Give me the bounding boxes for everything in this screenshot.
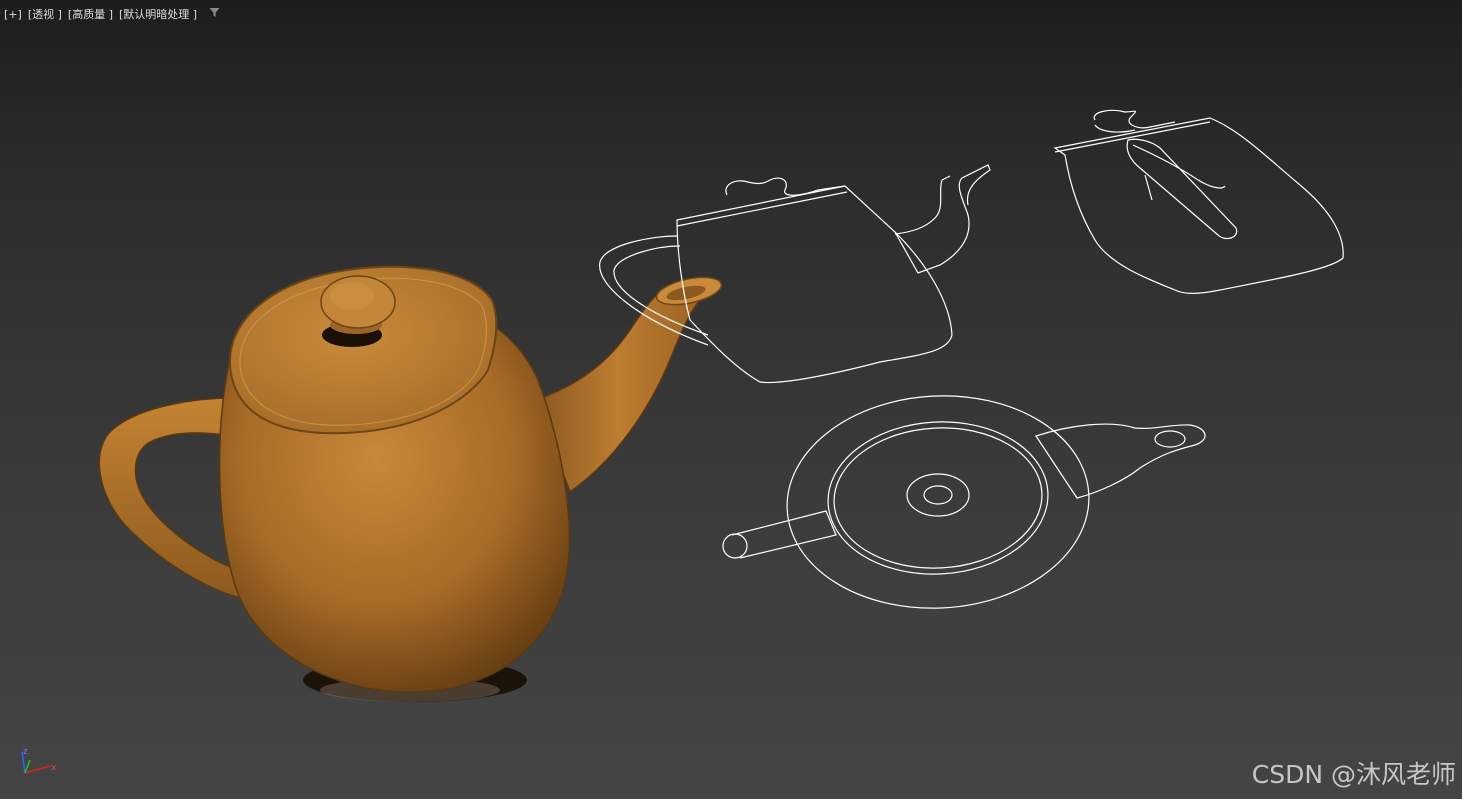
watermark-text: CSDN @沐风老师 <box>1251 760 1456 789</box>
shaded-teapot[interactable] <box>98 265 723 702</box>
teapot-handle <box>98 397 241 600</box>
axis-z-label: z <box>23 747 28 757</box>
perspective-viewport[interactable]: [+] [透视 ] [高质量 ] [默认明暗处理 ] x z CSDN @沐风老… <box>0 0 1462 799</box>
wireframe-side-view <box>1053 109 1344 294</box>
axis-tripod: x z <box>21 747 57 774</box>
axis-x-label: x <box>51 763 57 773</box>
wireframe-top-view <box>722 395 1206 609</box>
scene-canvas[interactable]: x z <box>0 0 1462 799</box>
